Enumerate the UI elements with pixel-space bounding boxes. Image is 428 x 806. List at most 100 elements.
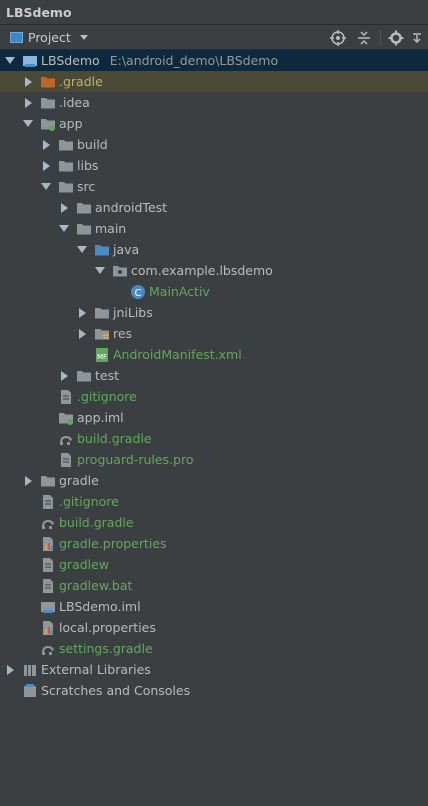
chevron-right-icon[interactable] — [76, 323, 88, 344]
resource-folder-icon — [94, 326, 110, 342]
tree-row-label: gradlew.bat — [59, 578, 133, 593]
tree-row[interactable]: .gradle — [0, 71, 428, 92]
project-view-icon — [10, 32, 23, 43]
tree-row[interactable]: proguard-rules.pro — [0, 449, 428, 470]
tree-row[interactable]: app.iml — [0, 407, 428, 428]
tree-row-label: LBSdemo — [41, 53, 100, 68]
text-file-icon — [58, 389, 74, 405]
tree-row-label: gradlew — [59, 557, 110, 572]
chevron-right-icon[interactable] — [58, 365, 70, 386]
folder-icon — [58, 179, 74, 195]
tree-row[interactable]: .idea — [0, 92, 428, 113]
tree-row[interactable]: .gitignore — [0, 491, 428, 512]
chevron-right-icon[interactable] — [76, 302, 88, 323]
tree-row[interactable]: app — [0, 113, 428, 134]
tree-row[interactable]: res — [0, 323, 428, 344]
tree-row[interactable]: settings.gradle — [0, 638, 428, 659]
tree-row-label: gradle — [59, 473, 99, 488]
module-file-icon — [40, 599, 56, 615]
gradle-icon — [58, 431, 74, 447]
tree-row[interactable]: jniLibs — [0, 302, 428, 323]
tree-row[interactable]: build.gradle — [0, 512, 428, 533]
tree-row[interactable]: src — [0, 176, 428, 197]
tree-row-label: settings.gradle — [59, 641, 153, 656]
tree-row-label: app.iml — [77, 410, 124, 425]
window-title: LBSdemo — [6, 5, 72, 20]
chevron-right-icon[interactable] — [22, 71, 34, 92]
folder-icon — [94, 305, 110, 321]
tree-row[interactable]: test — [0, 365, 428, 386]
tree-row-label: com.example.lbsdemo — [131, 263, 273, 278]
tree-row-label: androidTest — [95, 200, 168, 215]
tree-row[interactable]: .gitignore — [0, 386, 428, 407]
tree-row-label: LBSdemo.iml — [59, 599, 141, 614]
properties-icon — [40, 536, 56, 552]
folder-icon — [58, 158, 74, 174]
text-file-icon — [40, 578, 56, 594]
tree-row-label: src — [77, 179, 96, 194]
tree-row[interactable]: androidTest — [0, 197, 428, 218]
tree-row-label: External Libraries — [41, 662, 151, 677]
tree-row[interactable]: local.properties — [0, 617, 428, 638]
package-icon — [112, 263, 128, 279]
chevron-right-icon[interactable] — [22, 470, 34, 491]
chevron-down-icon[interactable] — [40, 176, 52, 197]
project-view-label: Project — [28, 30, 71, 45]
chevron-right-icon[interactable] — [58, 197, 70, 218]
tree-row-label: MainActiv — [149, 284, 210, 299]
crosshair-icon — [330, 30, 346, 46]
tree-row[interactable]: java — [0, 239, 428, 260]
collapse-all-button[interactable] — [355, 29, 373, 47]
tree-row[interactable]: LBSdemo.iml — [0, 596, 428, 617]
properties-icon — [40, 620, 56, 636]
tree-row-label: java — [113, 242, 140, 257]
tree-row[interactable]: C MainActiv — [0, 281, 428, 302]
chevron-right-icon[interactable] — [40, 134, 52, 155]
tree-row[interactable]: MF AndroidManifest.xml — [0, 344, 428, 365]
tree-row-label: test — [95, 368, 120, 383]
project-tree: LBSdemo E:\android_demo\LBSdemo .gradle .id… — [0, 50, 428, 806]
chevron-down-icon[interactable] — [22, 113, 34, 134]
tree-row[interactable]: LBSdemo E:\android_demo\LBSdemo — [0, 50, 428, 71]
folder-icon — [76, 368, 92, 384]
tree-row[interactable]: com.example.lbsdemo — [0, 260, 428, 281]
hide-panel-button[interactable] — [408, 29, 426, 47]
tree-row[interactable]: Scratches and Consoles — [0, 680, 428, 701]
tree-row[interactable]: External Libraries — [0, 659, 428, 680]
project-path: E:\android_demo\LBSdemo — [109, 53, 279, 68]
module-icon — [22, 53, 38, 69]
chevron-right-icon[interactable] — [22, 92, 34, 113]
tree-row[interactable]: gradlew.bat — [0, 575, 428, 596]
tree-row[interactable]: build.gradle — [0, 428, 428, 449]
locate-file-button[interactable] — [329, 29, 347, 47]
tree-row-label: .gitignore — [77, 389, 137, 404]
chevron-down-icon[interactable] — [76, 239, 88, 260]
chevron-right-icon[interactable] — [4, 659, 16, 680]
project-view-selector[interactable]: Project — [10, 29, 88, 46]
tree-row-label: app — [59, 116, 83, 131]
folder-icon — [76, 200, 92, 216]
tree-row[interactable]: gradle — [0, 470, 428, 491]
chevron-down-icon[interactable] — [58, 218, 70, 239]
svg-text:C: C — [135, 288, 142, 299]
settings-button[interactable] — [387, 29, 405, 47]
tree-row[interactable]: build — [0, 134, 428, 155]
chevron-right-icon[interactable] — [40, 155, 52, 176]
tree-row[interactable]: gradlew — [0, 554, 428, 575]
tree-row[interactable]: gradle.properties — [0, 533, 428, 554]
chevron-down-icon[interactable] — [4, 50, 16, 71]
tree-row-label: libs — [77, 158, 99, 173]
gear-icon — [388, 30, 404, 46]
tree-row[interactable]: libs — [0, 155, 428, 176]
source-folder-icon — [94, 242, 110, 258]
tree-row[interactable]: main — [0, 218, 428, 239]
chevron-down-icon[interactable] — [94, 260, 106, 281]
